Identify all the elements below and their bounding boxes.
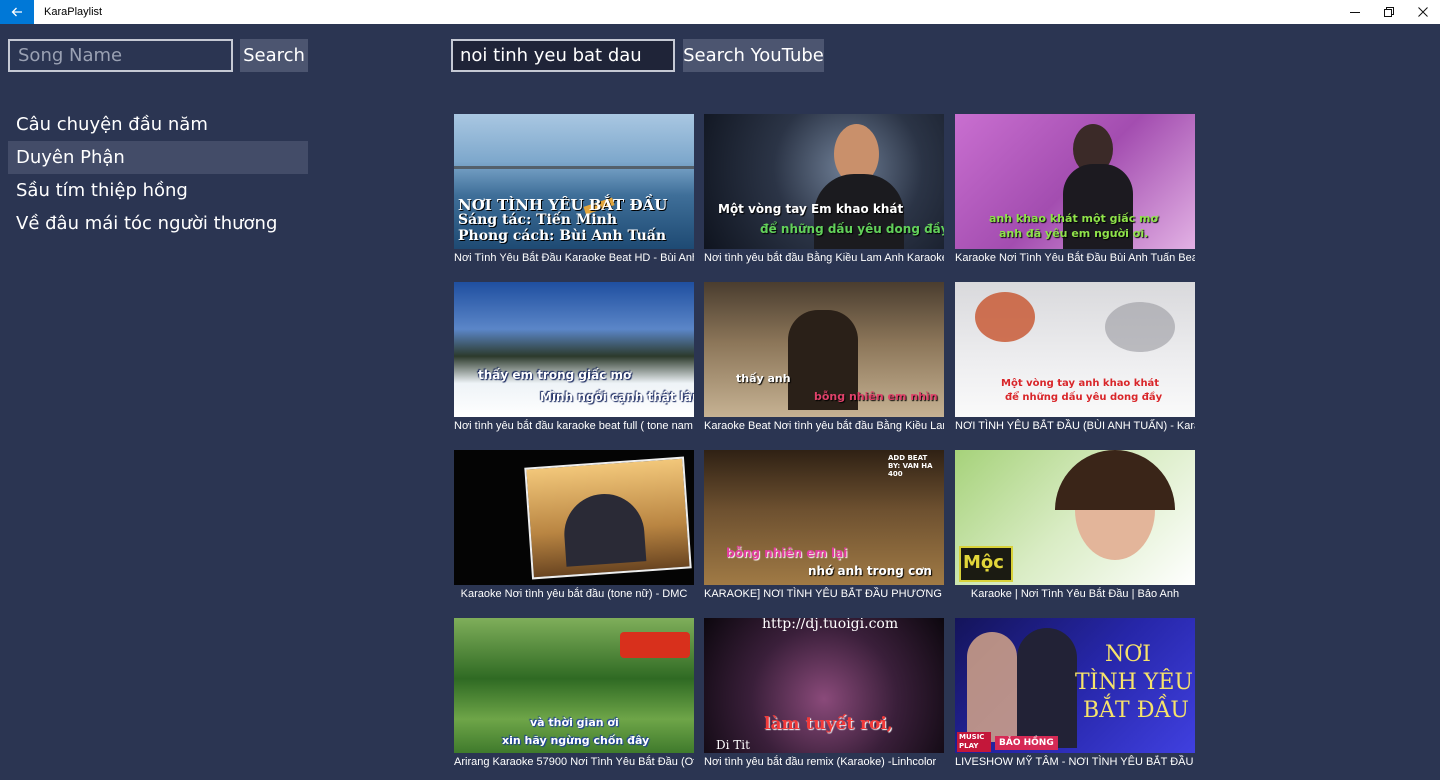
video-title[interactable]: Karaoke Beat Nơi tình yêu bắt đầu Bằng K… — [704, 418, 944, 434]
restore-button[interactable] — [1372, 0, 1406, 24]
video-thumbnail[interactable]: Một vòng tay Em khao khát để những dấu y… — [704, 114, 944, 249]
thumb-text: TÌNH YÊU — [1075, 670, 1193, 695]
video-card[interactable]: Một vòng tay anh khao khát để những dấu … — [955, 282, 1195, 434]
back-button[interactable] — [0, 0, 34, 24]
video-card[interactable]: và thời gian ơi xin hãy ngừng chốn đây A… — [454, 618, 694, 770]
restore-icon — [1384, 7, 1394, 17]
thumb-text: Phong cách: Bùi Anh Tuấn — [458, 228, 667, 244]
thumb-text: BẮT ĐẦU — [1083, 698, 1189, 723]
playlist: Câu chuyện đầu năm Duyên Phận Sầu tím th… — [8, 108, 308, 240]
video-thumbnail[interactable]: ADD BEAT BY: VAN HA 400 bỗng nhiên em lạ… — [704, 450, 944, 585]
thumb-text: thấy em trong giấc mơ — [478, 368, 632, 382]
thumb-text: MUSIC PLAY — [957, 732, 991, 752]
thumb-text: Mình ngồi cạnh thật lâu — [540, 390, 694, 404]
playlist-item-selected[interactable]: Duyên Phận — [8, 141, 308, 174]
thumb-text: bỗng nhiên em nhìn — [814, 390, 938, 403]
thumb-text: anh đã yêu em người ơi. — [999, 227, 1149, 240]
close-icon — [1418, 7, 1428, 17]
video-card[interactable]: thấy em trong giấc mơ Mình ngồi cạnh thậ… — [454, 282, 694, 434]
thumb-text: ADD BEAT BY: VAN HA 400 — [888, 454, 933, 478]
thumb-text: NƠI — [1105, 642, 1151, 667]
thumb-text: Mộc — [963, 552, 1004, 573]
video-title[interactable]: Karaoke Nơi Tình Yêu Bắt Đầu Bùi Anh Tuấ… — [955, 250, 1195, 266]
title-bar: KaraPlaylist — [0, 0, 1440, 24]
thumb-text: Một vòng tay Em khao khát — [718, 202, 904, 216]
thumb-text: làm tuyết rơi, — [764, 714, 893, 734]
video-thumbnail[interactable]: và thời gian ơi xin hãy ngừng chốn đây — [454, 618, 694, 753]
video-card[interactable]: Karaoke Nơi tình yêu bắt đầu (tone nữ) -… — [454, 450, 694, 602]
video-title[interactable]: Karaoke | Nơi Tình Yêu Bắt Đầu | Bảo Anh — [955, 586, 1195, 602]
thumb-text: BẢO HỒNG — [995, 736, 1058, 750]
video-thumbnail[interactable]: thấy em trong giấc mơ Mình ngồi cạnh thậ… — [454, 282, 694, 417]
video-card[interactable]: http://dj.tuoigi.com làm tuyết rơi, Di T… — [704, 618, 944, 770]
youtube-search-value: noi tinh yeu bat dau — [460, 45, 642, 66]
thumb-text: để những dấu yêu dong đầy — [1005, 392, 1163, 403]
playlist-item[interactable]: Sầu tím thiệp hồng — [8, 174, 308, 207]
video-title[interactable]: Nơi tình yêu bắt đầu Bằng Kiều Lam Anh K… — [704, 250, 944, 266]
video-title[interactable]: Nơi tình yêu bắt đầu karaoke beat full (… — [454, 418, 694, 434]
video-card[interactable]: NƠI TÌNH YÊU BẮT ĐẦU Sáng tác: Tiến Minh… — [454, 114, 694, 266]
thumb-text: và thời gian ơi — [530, 716, 619, 729]
thumb-text: Sáng tác: Tiến Minh — [458, 212, 617, 228]
thumb-text: xin hãy ngừng chốn đây — [502, 734, 650, 747]
video-card[interactable]: thấy anh bỗng nhiên em nhìn Karaoke Beat… — [704, 282, 944, 434]
thumb-text: bỗng nhiên em lại — [726, 546, 848, 560]
search-youtube-button[interactable]: Search YouTube — [683, 39, 824, 72]
video-card[interactable]: Một vòng tay Em khao khát để những dấu y… — [704, 114, 944, 266]
close-button[interactable] — [1406, 0, 1440, 24]
video-title[interactable]: Nơi tình yêu bắt đầu remix (Karaoke) -Li… — [704, 754, 944, 770]
minimize-icon — [1350, 12, 1360, 13]
video-thumbnail[interactable]: NƠI TÌNH YÊU BẮT ĐẦU Sáng tác: Tiến Minh… — [454, 114, 694, 249]
window-controls — [1338, 0, 1440, 24]
video-title[interactable]: LIVESHOW MỸ TÂM - NƠI TÌNH YÊU BẮT ĐẦU -… — [955, 754, 1195, 770]
video-thumbnail[interactable]: Mộc — [955, 450, 1195, 585]
video-title[interactable]: Nơi Tình Yêu Bắt Đầu Karaoke Beat HD - B… — [454, 250, 694, 266]
video-thumbnail[interactable]: NƠI TÌNH YÊU BẮT ĐẦU MUSIC PLAY BẢO HỒNG — [955, 618, 1195, 753]
video-card[interactable]: Mộc Karaoke | Nơi Tình Yêu Bắt Đầu | Bảo… — [955, 450, 1195, 602]
video-card[interactable]: anh khao khát một giấc mơ anh đã yêu em … — [955, 114, 1195, 266]
video-thumbnail[interactable]: Một vòng tay anh khao khát để những dấu … — [955, 282, 1195, 417]
thumb-text: Di Tit — [716, 738, 750, 752]
song-name-input[interactable] — [8, 39, 233, 72]
playlist-item[interactable]: Về đâu mái tóc người thương — [8, 207, 308, 240]
arrow-left-icon — [11, 7, 22, 17]
video-thumbnail[interactable] — [454, 450, 694, 585]
video-thumbnail[interactable]: thấy anh bỗng nhiên em nhìn — [704, 282, 944, 417]
playlist-item[interactable]: Câu chuyện đầu năm — [8, 108, 308, 141]
thumb-text: nhớ anh trong cơn — [808, 564, 932, 578]
thumb-text: anh khao khát một giấc mơ — [989, 212, 1159, 225]
video-title[interactable]: KARAOKE] NƠI TÌNH YÊU BẮT ĐẦU PHƯƠNG ANH — [704, 586, 944, 602]
minimize-button[interactable] — [1338, 0, 1372, 24]
video-card[interactable]: ADD BEAT BY: VAN HA 400 bỗng nhiên em lạ… — [704, 450, 944, 602]
video-thumbnail[interactable]: anh khao khát một giấc mơ anh đã yêu em … — [955, 114, 1195, 249]
youtube-search-input[interactable]: noi tinh yeu bat dau — [451, 39, 675, 72]
app-title: KaraPlaylist — [44, 6, 103, 18]
video-title[interactable]: Karaoke Nơi tình yêu bắt đầu (tone nữ) -… — [454, 586, 694, 602]
video-thumbnail[interactable]: http://dj.tuoigi.com làm tuyết rơi, Di T… — [704, 618, 944, 753]
thumb-text: thấy anh — [736, 372, 791, 385]
video-title[interactable]: Arirang Karaoke 57900 Nơi Tình Yêu Bắt Đ… — [454, 754, 694, 770]
search-button[interactable]: Search — [240, 39, 308, 72]
video-title[interactable]: NƠI TÌNH YÊU BẮT ĐẦU (BÙI ANH TUẤN) - Ka… — [955, 418, 1195, 434]
thumb-text: http://dj.tuoigi.com — [762, 618, 899, 632]
video-card[interactable]: NƠI TÌNH YÊU BẮT ĐẦU MUSIC PLAY BẢO HỒNG… — [955, 618, 1195, 770]
thumb-text: Một vòng tay anh khao khát — [1001, 378, 1160, 389]
thumb-text: để những dấu yêu dong đầy — [760, 222, 944, 236]
